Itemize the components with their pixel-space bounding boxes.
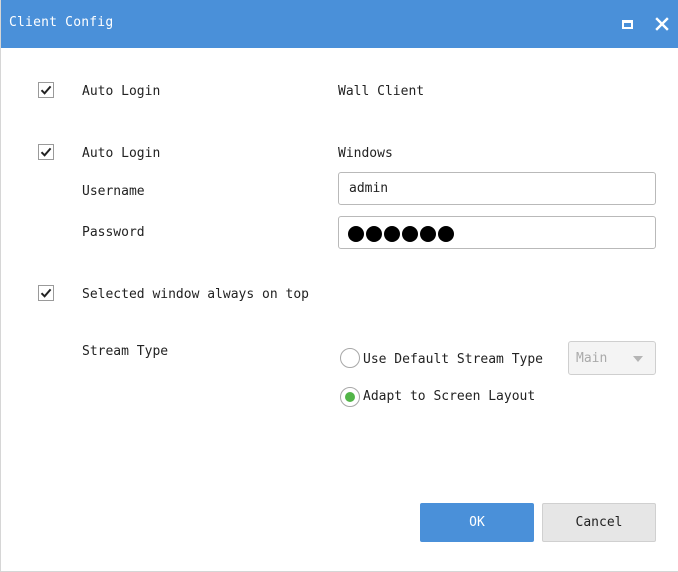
password-label: Password — [82, 225, 145, 240]
default-stream-select[interactable]: Main — [568, 341, 656, 375]
radio-selected-dot — [345, 392, 355, 402]
wall-client-auto-login-checkbox[interactable] — [38, 82, 54, 98]
adapt-to-screen-label[interactable]: Adapt to Screen Layout — [363, 389, 535, 404]
wall-client-auto-login-label: Auto Login — [82, 84, 161, 99]
default-stream-select-value: Main — [576, 351, 608, 366]
maximize-button[interactable] — [617, 14, 637, 34]
windows-section-label: Windows — [338, 146, 393, 161]
password-input[interactable] — [338, 216, 656, 249]
always-on-top-checkbox[interactable] — [38, 285, 54, 301]
username-label: Username — [82, 184, 145, 199]
chevron-down-icon — [633, 356, 643, 362]
checkmark-icon — [40, 85, 52, 95]
client-config-dialog: Client Config Auto Login Wall Client Aut… — [0, 0, 678, 572]
close-button[interactable] — [652, 14, 672, 34]
checkmark-icon — [40, 147, 52, 157]
ok-button[interactable]: OK — [420, 503, 534, 542]
adapt-to-screen-radio[interactable] — [340, 387, 360, 407]
maximize-icon — [621, 19, 633, 29]
stream-type-label: Stream Type — [82, 344, 169, 359]
use-default-stream-label[interactable]: Use Default Stream Type — [363, 352, 543, 367]
windows-auto-login-checkbox[interactable] — [38, 144, 54, 160]
checkmark-icon — [40, 288, 52, 298]
windows-auto-login-label: Auto Login — [82, 146, 161, 161]
dialog-title: Client Config — [9, 15, 114, 30]
always-on-top-label: Selected window always on top — [82, 287, 309, 302]
close-icon — [655, 17, 669, 31]
use-default-stream-radio[interactable] — [340, 348, 360, 368]
cancel-button[interactable]: Cancel — [542, 503, 656, 542]
username-input[interactable] — [338, 172, 656, 205]
wall-client-section-label: Wall Client — [338, 84, 425, 99]
title-bar[interactable]: Client Config — [1, 0, 678, 48]
